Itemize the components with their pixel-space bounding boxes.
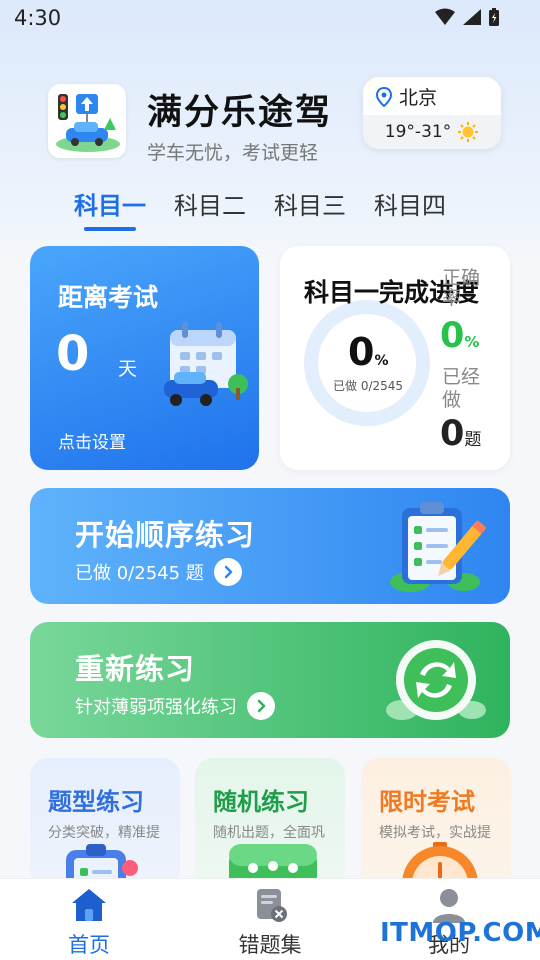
chevron-right-icon (257, 699, 266, 713)
exam-countdown-unit: 天 (118, 358, 138, 380)
traffic-car-logo-icon (56, 94, 120, 152)
calendar-car-icon (164, 322, 248, 406)
progress-done-count: 已做 0/2545 (333, 379, 404, 393)
nav-home-label: 首页 (68, 933, 110, 957)
timed-exam-subtitle: 模拟考试，实战提 (379, 825, 491, 841)
accuracy-label: 正确率 (442, 267, 481, 309)
random-practice-card[interactable]: 随机练习 随机出题，全面巩 (195, 758, 345, 888)
tab-subject-1[interactable]: 科目一 (74, 186, 146, 231)
status-bar: 4:30 (0, 0, 540, 40)
app-slogan: 学车无忧，考试更轻 (147, 142, 319, 164)
wrong-questions-icon (257, 889, 287, 922)
weather-widget[interactable]: 北京 19°-31° (363, 77, 501, 149)
signal-icon (463, 9, 481, 25)
exam-set-date-link[interactable]: 点击设置 (58, 428, 126, 453)
tab-subject-3[interactable]: 科目三 (274, 186, 346, 231)
tab-subject-2[interactable]: 科目二 (174, 186, 246, 231)
retry-practice-desc: 针对薄弱项强化练习 (75, 697, 237, 718)
timed-exam-card[interactable]: 限时考试 模拟考试，实战提 (361, 758, 511, 888)
progress-percent: 0% (348, 330, 388, 374)
sequential-practice-count: 已做 0/2545 题 (75, 563, 204, 584)
location-pin-icon (375, 86, 393, 107)
chevron-right-icon (224, 565, 233, 579)
accuracy-number: 0 (440, 316, 465, 356)
clipboard-pencil-icon (390, 502, 487, 592)
weather-location: 北京 (375, 83, 437, 110)
sequential-practice-card[interactable]: 开始顺序练习 已做 0/2545 题 (30, 488, 510, 604)
sequential-practice-title: 开始顺序练习 (75, 518, 256, 552)
question-type-practice-card[interactable]: 题型练习 分类突破，精准提 (30, 758, 180, 888)
nav-wrong-questions-label: 错题集 (238, 933, 302, 957)
done-value: 0题 (440, 414, 481, 454)
retry-practice-card[interactable]: 重新练习 针对薄弱项强化练习 (30, 622, 510, 738)
random-practice-subtitle: 随机出题，全面巩 (213, 825, 325, 841)
subject-tabs: 科目一 科目二 科目三 科目四 (74, 186, 446, 231)
retry-practice-arrow-button[interactable] (247, 692, 275, 720)
exam-countdown-title: 距离考试 (58, 283, 159, 312)
progress-card[interactable]: 科目一完成进度 0% 已做 0/2545 正确率 0% 已经做 0题 (280, 246, 510, 470)
app-logo (48, 84, 126, 158)
done-label: 已经做 (442, 366, 481, 411)
question-type-practice-title: 题型练习 (48, 788, 144, 816)
sequential-practice-subtitle: 已做 0/2545 题 (75, 558, 242, 586)
home-icon (72, 889, 106, 921)
weather-city: 北京 (399, 87, 438, 109)
site-watermark: ITMOP.COM (380, 918, 540, 948)
done-unit: 题 (464, 430, 482, 450)
question-type-practice-subtitle: 分类突破，精准提 (48, 825, 160, 841)
accuracy-unit: % (464, 333, 480, 351)
exam-countdown-card[interactable]: 距离考试 0 天 点击设置 (30, 246, 259, 470)
exam-countdown-days: 0 (56, 326, 90, 382)
weather-temp-row: 19°-31° (363, 115, 501, 149)
accuracy-value: 0% (440, 316, 479, 356)
wifi-icon (435, 8, 455, 25)
tab-subject-4[interactable]: 科目四 (374, 186, 446, 231)
done-number: 0 (440, 414, 465, 454)
sequential-practice-arrow-button[interactable] (213, 558, 242, 586)
nav-wrong-questions[interactable]: 错题集 (215, 887, 325, 959)
weather-temp: 19°-31° (384, 122, 452, 142)
progress-percent-value: 0 (348, 330, 375, 374)
nav-home[interactable]: 首页 (34, 887, 144, 959)
retry-practice-title: 重新练习 (75, 652, 196, 686)
status-time: 4:30 (14, 6, 62, 30)
random-practice-title: 随机练习 (213, 788, 309, 816)
app-title: 满分乐途驾 (147, 93, 333, 133)
timed-exam-title: 限时考试 (379, 788, 475, 816)
battery-icon (489, 8, 499, 26)
status-icons (434, 7, 500, 27)
progress-percent-unit: % (374, 353, 389, 369)
sun-icon (458, 122, 479, 142)
header: 满分乐途驾 学车无忧，考试更轻 北京 19°-31° (0, 70, 540, 170)
retry-practice-subtitle: 针对薄弱项强化练习 (75, 692, 275, 720)
refresh-icon (386, 640, 486, 720)
